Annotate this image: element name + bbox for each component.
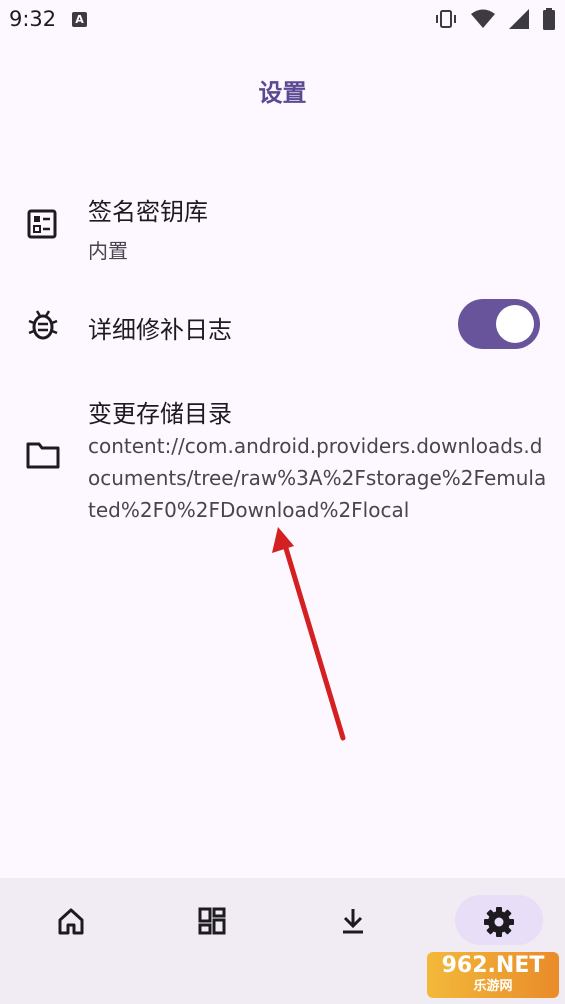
nav-home[interactable]	[0, 878, 141, 1004]
annotation-arrow	[272, 527, 346, 741]
settings-icon	[483, 907, 514, 937]
watermark-sub: 乐游网	[473, 979, 513, 994]
nav-download[interactable]	[282, 878, 423, 1004]
dashboard-icon	[198, 907, 225, 935]
home-icon	[58, 908, 83, 935]
download-icon	[342, 909, 363, 934]
watermark-main: 962.NET	[441, 953, 545, 978]
watermark-logo: 962.NET 乐游网	[427, 952, 559, 998]
nav-dashboard[interactable]	[141, 878, 282, 1004]
